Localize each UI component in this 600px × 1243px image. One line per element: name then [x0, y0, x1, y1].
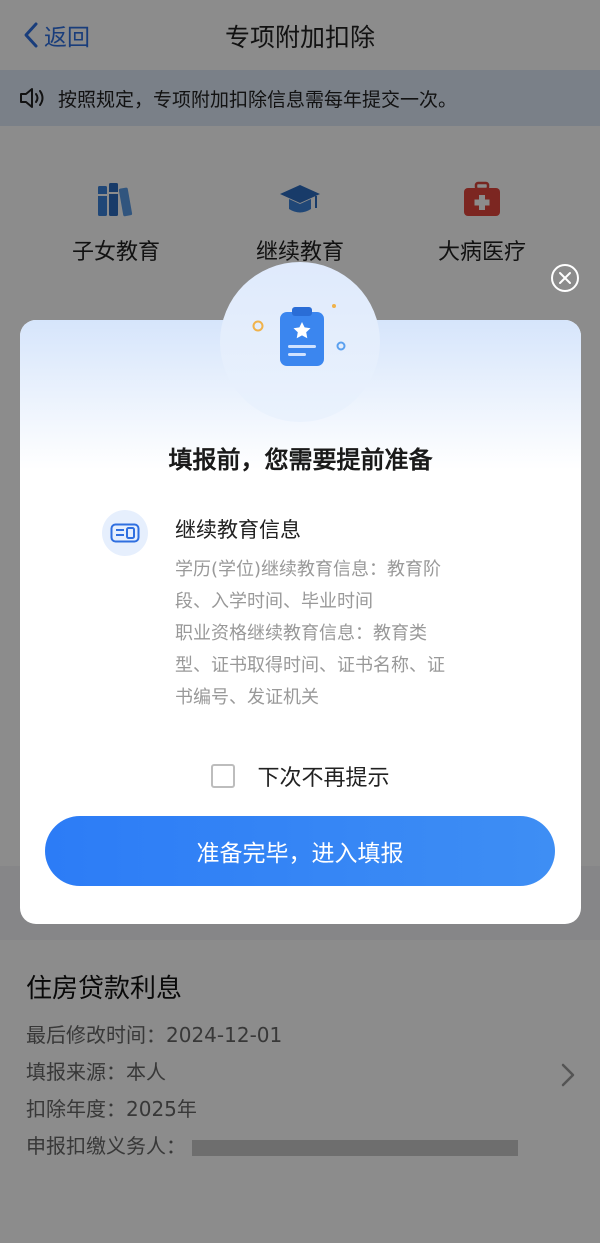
section-description: 学历(学位)继续教育信息：教育阶 段、入学时间、毕业时间 职业资格继续教育信息：… — [175, 554, 495, 714]
dont-remind-checkbox[interactable] — [211, 764, 236, 788]
section-title: 继续教育信息 — [175, 518, 301, 542]
dont-remind-label: 下次不再提示 — [257, 766, 390, 791]
description-line: 段、入学时间、毕业时间 — [175, 591, 373, 612]
description-line: 学历(学位)继续教育信息：教育阶 — [175, 559, 442, 580]
dont-remind-row[interactable]: 下次不再提示 — [20, 760, 581, 792]
close-icon — [559, 272, 571, 284]
close-button[interactable] — [551, 264, 579, 292]
id-card-icon — [110, 523, 140, 543]
clipboard-star-icon — [252, 304, 346, 366]
preparation-dialog: 填报前，您需要提前准备 继续教育信息 学历(学位)继续教育信息：教育阶 段、入学… — [20, 262, 581, 924]
start-filling-button[interactable]: 准备完毕，进入填报 — [45, 816, 555, 886]
dialog-title: 填报前，您需要提前准备 — [168, 446, 433, 474]
description-line: 职业资格继续教育信息：教育类 — [175, 623, 427, 644]
description-line: 型、证书取得时间、证书名称、证 — [175, 655, 445, 676]
id-card-icon-badge — [102, 510, 148, 556]
description-line: 书编号、发证机关 — [175, 687, 319, 708]
